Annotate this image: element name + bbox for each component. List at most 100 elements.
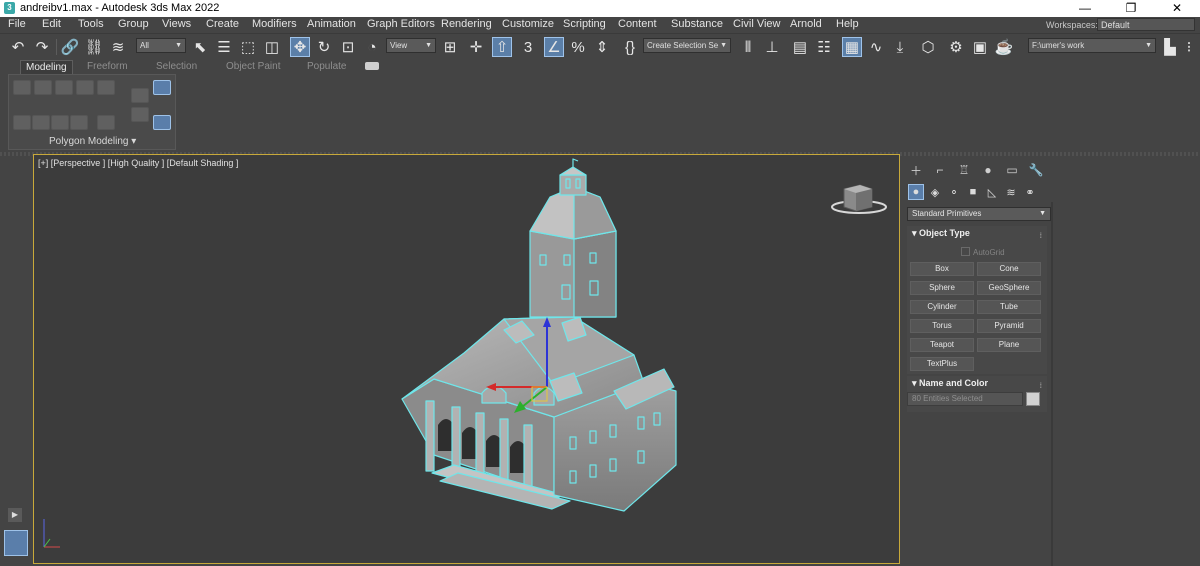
select-object-icon[interactable]: ⬉ <box>190 37 210 57</box>
ribbon-modify-mode-icon[interactable] <box>153 115 171 130</box>
menu-content[interactable]: Content <box>618 18 657 30</box>
snaps-toggle-icon[interactable]: 3 <box>518 37 538 57</box>
select-by-name-icon[interactable]: ☰ <box>214 37 234 57</box>
autogrid-checkbox[interactable]: AutoGrid <box>961 247 1005 257</box>
keyboard-shortcut-override-icon[interactable]: ⇧ <box>492 37 512 57</box>
ribbon-tool-button[interactable] <box>13 115 31 130</box>
close-button[interactable]: ✕ <box>1154 0 1200 17</box>
workspace-select[interactable]: Default <box>1097 18 1195 31</box>
space-warps-category-icon[interactable]: ≋ <box>1003 184 1019 200</box>
named-selection-set-select[interactable]: Create Selection Se ▼ <box>643 38 731 53</box>
menu-tools[interactable]: Tools <box>78 18 104 30</box>
tab-object-paint[interactable]: Object Paint <box>226 61 280 72</box>
plane-button[interactable]: Plane <box>977 338 1041 352</box>
ribbon-tool-button[interactable] <box>51 115 69 130</box>
object-category-select[interactable]: Standard Primitives ▼ <box>907 207 1051 221</box>
curve-editor-icon[interactable]: ∿ <box>866 37 886 57</box>
viewport-layout-thumbnail[interactable] <box>4 530 28 556</box>
percent-snap-icon[interactable]: % <box>568 37 588 57</box>
rectangular-selection-icon[interactable]: ⬚ <box>238 37 258 57</box>
systems-category-icon[interactable]: ⚭ <box>1022 184 1038 200</box>
tab-freeform[interactable]: Freeform <box>87 61 128 72</box>
unlink-icon[interactable]: ⛓ <box>84 37 104 57</box>
link-icon[interactable]: 🔗 <box>60 37 80 57</box>
select-and-rotate-icon[interactable]: ↻ <box>314 37 334 57</box>
select-and-scale-icon[interactable]: ⊡ <box>338 37 358 57</box>
material-editor-icon[interactable]: ⬡ <box>918 37 938 57</box>
layer-explorer-icon[interactable]: ☷ <box>814 37 834 57</box>
ribbon-tool-button[interactable] <box>34 80 52 95</box>
object-color-swatch[interactable] <box>1026 392 1040 406</box>
perspective-viewport[interactable]: [+] [Perspective ] [High Quality ] [Defa… <box>33 154 900 564</box>
ribbon-stack-toggle-icon[interactable] <box>153 80 171 95</box>
mirror-icon[interactable]: ⫴ <box>738 37 758 57</box>
shapes-category-icon[interactable]: ◈ <box>927 184 943 200</box>
menu-civil-view[interactable]: Civil View <box>733 18 780 30</box>
object-type-rollout-header[interactable]: ▾ Object Type ⁞ <box>907 226 1047 241</box>
menu-file[interactable]: File <box>8 18 26 30</box>
ribbon-tool-button[interactable] <box>131 88 149 103</box>
lights-category-icon[interactable]: ⚬ <box>946 184 962 200</box>
ribbon-tool-button[interactable] <box>13 80 31 95</box>
edit-named-selection-icon[interactable]: {} <box>620 37 640 57</box>
textplus-button[interactable]: TextPlus <box>910 357 974 371</box>
hierarchy-tab-icon[interactable]: ♖ <box>955 162 973 178</box>
angle-snap-icon[interactable]: ∠ <box>544 37 564 57</box>
helpers-category-icon[interactable]: ◺ <box>984 184 1000 200</box>
scene-explorer-icon[interactable]: ▤ <box>790 37 810 57</box>
undo-icon[interactable]: ↶ <box>8 37 28 57</box>
toggle-ribbon-icon[interactable]: ▦ <box>842 37 862 57</box>
tab-populate[interactable]: Populate <box>307 61 346 72</box>
select-and-move-icon[interactable]: ✥ <box>290 37 310 57</box>
ribbon-tool-button[interactable] <box>70 115 88 130</box>
geosphere-button[interactable]: GeoSphere <box>977 281 1041 295</box>
schematic-view-icon[interactable]: ⤓ <box>890 37 910 57</box>
menu-rendering[interactable]: Rendering <box>441 18 492 30</box>
display-tab-icon[interactable]: ▭ <box>1003 162 1021 178</box>
ribbon-tool-button[interactable] <box>131 107 149 122</box>
reference-coordinate-select[interactable]: View ▼ <box>386 38 436 53</box>
church-model[interactable] <box>401 158 677 512</box>
viewcube-icon[interactable] <box>831 184 887 214</box>
tab-modeling[interactable]: Modeling <box>20 60 73 75</box>
object-name-field[interactable]: 80 Entities Selected <box>907 392 1023 406</box>
window-crossing-icon[interactable]: ◫ <box>262 37 282 57</box>
menu-animation[interactable]: Animation <box>307 18 356 30</box>
ribbon-tool-button[interactable] <box>97 115 115 130</box>
create-tab-plus-icon[interactable]: ＋ <box>907 162 925 178</box>
manipulate-icon[interactable]: ✛ <box>466 37 486 57</box>
menu-modifiers[interactable]: Modifiers <box>252 18 297 30</box>
motion-tab-icon[interactable]: ● <box>979 162 997 178</box>
modify-tab-icon[interactable]: ⌐ <box>931 162 949 178</box>
select-and-place-icon[interactable]: ◔ <box>362 37 382 57</box>
menu-scripting[interactable]: Scripting <box>563 18 606 30</box>
tab-selection[interactable]: Selection <box>156 61 197 72</box>
menu-substance[interactable]: Substance <box>671 18 723 30</box>
menu-help[interactable]: Help <box>836 18 859 30</box>
geometry-category-icon[interactable]: ● <box>908 184 924 200</box>
align-icon[interactable]: ⊥ <box>762 37 782 57</box>
menu-views[interactable]: Views <box>162 18 191 30</box>
pivot-center-icon[interactable]: ⊞ <box>440 37 460 57</box>
ribbon-tool-button[interactable] <box>55 80 73 95</box>
spinner-snap-icon[interactable]: ⇕ <box>592 37 612 57</box>
menu-create[interactable]: Create <box>206 18 239 30</box>
box-button[interactable]: Box <box>910 262 974 276</box>
selection-filter-select[interactable]: All ▼ <box>136 38 186 53</box>
cameras-category-icon[interactable]: ■ <box>965 184 981 200</box>
ribbon-tool-button[interactable] <box>32 115 50 130</box>
polygon-modeling-dropdown[interactable]: Polygon Modeling ▾ <box>49 136 136 147</box>
teapot-button[interactable]: Teapot <box>910 338 974 352</box>
render-production-icon[interactable]: ☕ <box>994 37 1014 57</box>
expand-layout-tab-icon[interactable]: ▶ <box>8 508 22 522</box>
minimize-button[interactable]: — <box>1062 0 1108 17</box>
toolbar-overflow-icon[interactable]: ⁝ <box>1182 37 1196 57</box>
tube-button[interactable]: Tube <box>977 300 1041 314</box>
utilities-tab-wrench-icon[interactable]: 🔧 <box>1027 162 1045 178</box>
ribbon-tool-button[interactable] <box>97 80 115 95</box>
sphere-button[interactable]: Sphere <box>910 281 974 295</box>
cylinder-button[interactable]: Cylinder <box>910 300 974 314</box>
name-and-color-rollout-header[interactable]: ▾ Name and Color ⁞ <box>907 376 1047 391</box>
project-folder-select[interactable]: F:\umer's work ▼ <box>1028 38 1156 53</box>
menu-edit[interactable]: Edit <box>42 18 61 30</box>
